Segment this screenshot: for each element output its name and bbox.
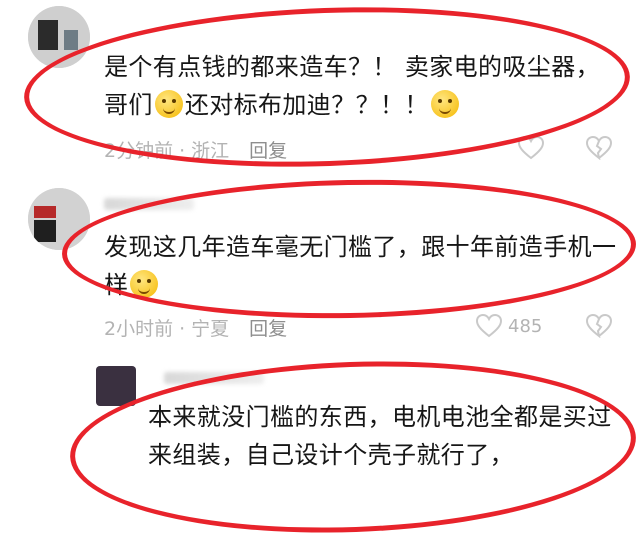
like-count: 485 [508,316,543,337]
comment-text-part: 还对标布加迪？？！！ [184,91,429,119]
avatar[interactable] [28,6,90,68]
separator: · [179,140,186,162]
comment-text-part: 发现这几年造车毫无门槛了，跟十年前造手机一样 [104,233,617,299]
location: 浙江 [191,140,230,162]
shocked-face-emoji-icon [154,90,183,118]
avatar[interactable] [28,188,90,250]
timestamp: 2小时前 [104,318,174,340]
username-blurred[interactable] [164,372,264,384]
comment-text: 本来就没门槛的东西，电机电池全都是买过来组装，自己设计个壳子就行了， [148,398,618,474]
smile-emoji-icon [430,90,459,118]
broken-heart-icon[interactable] [586,314,612,338]
comment-text: 发现这几年造车毫无门槛了，跟十年前造手机一样 [104,228,624,304]
like-heart-icon[interactable] [476,314,502,338]
comment-text-part: 本来就没门槛的东西，电机电池全都是买过来组装，自己设计个壳子就行了， [148,403,612,469]
comment-text: 是个有点钱的都来造车？！ 卖家电的吸尘器，哥们 还对标布加迪？？！！ [104,48,624,124]
location: 宁夏 [191,318,230,340]
avatar[interactable] [96,366,136,406]
reply-button[interactable]: 回复 [249,318,287,340]
broken-heart-icon[interactable] [586,136,612,160]
comment-meta: 2分钟前 · 浙江 回复 [104,136,293,163]
timestamp: 2分钟前 [104,140,174,162]
laughing-tears-emoji-icon [130,270,159,298]
comment-meta: 2小时前 · 宁夏 回复 [104,314,293,341]
like-heart-icon[interactable] [518,136,544,160]
username-blurred[interactable] [104,198,194,210]
reply-button[interactable]: 回复 [249,140,287,162]
separator: · [179,318,186,340]
